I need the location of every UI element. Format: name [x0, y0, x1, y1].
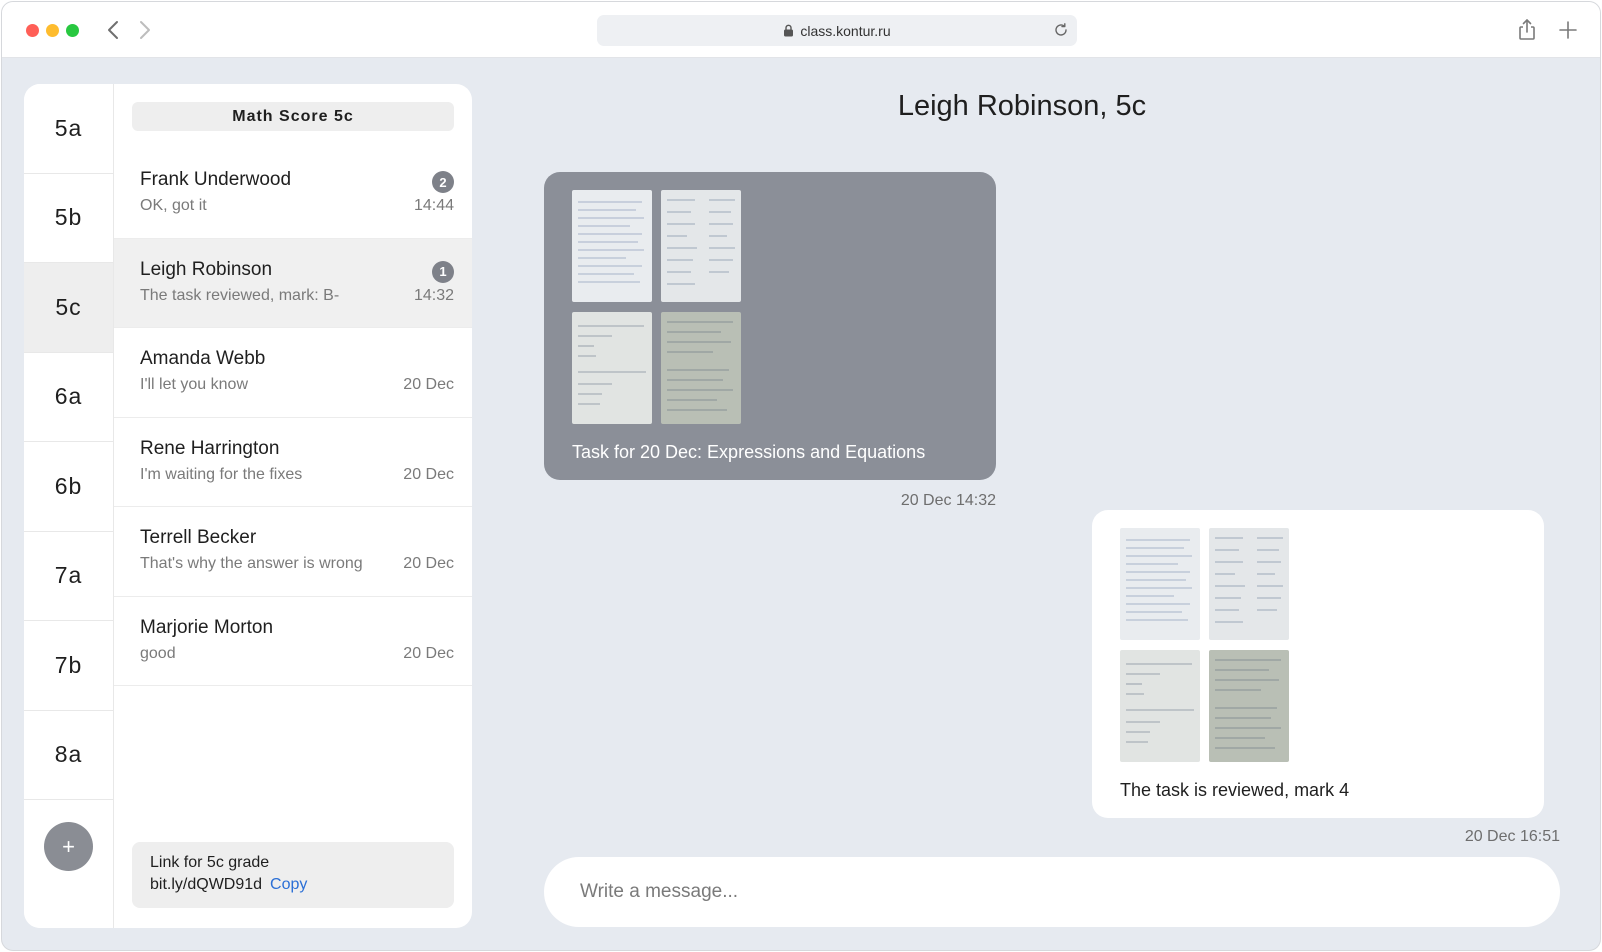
- attachment-thumbnail[interactable]: [1120, 528, 1200, 640]
- chat-preview: OK, got it: [140, 197, 207, 214]
- chat-item-marjorie-morton[interactable]: Marjorie Morton good 20 Dec: [114, 597, 472, 686]
- attachment-grid: [572, 190, 742, 426]
- chat-name: Terrell Becker: [140, 527, 257, 548]
- chat-time: 20 Dec: [403, 465, 454, 483]
- address-bar-url: class.kontur.ru: [800, 22, 891, 39]
- share-icon[interactable]: [1516, 18, 1538, 42]
- chat-time: 20 Dec: [403, 644, 454, 662]
- lock-icon: [784, 24, 794, 37]
- message-text: The task is reviewed, mark 4: [1120, 780, 1350, 800]
- attachment-thumbnail[interactable]: [572, 312, 652, 424]
- outgoing-message-bubble: The task is reviewed, mark 4: [1092, 510, 1544, 818]
- chat-preview: I'll let you know: [140, 376, 248, 393]
- chat-preview: good: [140, 644, 176, 662]
- class-link-url[interactable]: bit.ly/dQWD91d: [150, 876, 262, 893]
- forward-arrow-icon[interactable]: [132, 16, 156, 44]
- chat-time: 14:44: [413, 197, 454, 214]
- chat-item-amanda-webb[interactable]: Amanda Webb I'll let you know 20 Dec: [114, 328, 472, 418]
- chat-name: Amanda Webb: [140, 348, 266, 369]
- class-item-6a[interactable]: 6a: [24, 353, 113, 442]
- chat-time: 14:32: [413, 286, 454, 304]
- new-tab-icon[interactable]: [1557, 19, 1579, 41]
- reload-icon[interactable]: [1053, 22, 1069, 38]
- class-item-5c[interactable]: 5c: [24, 263, 113, 353]
- chat-item-leigh-robinson[interactable]: Leigh Robinson 1 The task reviewed, mark…: [114, 238, 472, 328]
- class-item-7a[interactable]: 7a: [24, 532, 113, 621]
- chat-preview: That's why the answer is wrong: [140, 555, 363, 572]
- chat-item-terrell-becker[interactable]: Terrell Becker That's why the answer is …: [114, 507, 472, 597]
- copy-link-button[interactable]: Copy: [270, 876, 307, 893]
- chat-panel: Math Score 5c Frank Underwood 2 OK, got …: [114, 84, 472, 928]
- chat-list: Frank Underwood 2 OK, got it 14:44 Leigh…: [114, 149, 472, 686]
- chat-name: Frank Underwood: [140, 169, 292, 190]
- incoming-message-bubble: Task for 20 Dec: Expressions and Equatio…: [544, 172, 996, 480]
- add-class-button[interactable]: +: [44, 822, 93, 871]
- unread-badge: 1: [432, 260, 454, 283]
- message-composer: [544, 857, 1560, 927]
- attachment-thumbnail[interactable]: [661, 190, 741, 302]
- class-item-6b[interactable]: 6b: [24, 442, 113, 532]
- attachment-thumbnail[interactable]: [1209, 650, 1289, 762]
- attachment-thumbnail[interactable]: [661, 312, 741, 424]
- zoom-window-button[interactable]: [66, 24, 79, 37]
- browser-window: class.kontur.ru 5a 5b 5c 6a 6b 7a 7b 8a: [1, 1, 1601, 951]
- attachment-thumbnail[interactable]: [572, 190, 652, 302]
- class-list: 5a 5b 5c 6a 6b 7a 7b 8a +: [24, 84, 114, 928]
- chat-time: 20 Dec: [403, 376, 454, 393]
- chat-preview: I'm waiting for the fixes: [140, 465, 303, 483]
- message-input[interactable]: [580, 881, 1480, 903]
- class-link-row: bit.ly/dQWD91d Copy: [150, 876, 436, 894]
- left-panel: 5a 5b 5c 6a 6b 7a 7b 8a + Math Score 5c …: [24, 84, 472, 928]
- message-time: 20 Dec 14:32: [900, 492, 996, 509]
- class-link-box: Link for 5c grade bit.ly/dQWD91d Copy: [132, 842, 454, 908]
- chat-item-rene-harrington[interactable]: Rene Harrington I'm waiting for the fixe…: [114, 418, 472, 507]
- attachment-grid: [1120, 528, 1290, 764]
- class-item-8a[interactable]: 8a: [24, 711, 113, 800]
- chat-preview: The task reviewed, mark: B-: [140, 286, 340, 304]
- chat-time: 20 Dec: [403, 555, 454, 572]
- back-arrow-icon[interactable]: [102, 16, 126, 44]
- class-item-5b[interactable]: 5b: [24, 174, 113, 263]
- close-window-button[interactable]: [26, 24, 39, 37]
- chat-panel-title: Math Score 5c: [132, 102, 454, 131]
- chat-name: Rene Harrington: [140, 437, 280, 459]
- unread-badge: 2: [432, 171, 454, 193]
- message-text: Task for 20 Dec: Expressions and Equatio…: [572, 442, 926, 462]
- conversation-title: Leigh Robinson, 5c: [897, 90, 1147, 122]
- chat-name: Marjorie Morton: [140, 616, 274, 638]
- class-item-5a[interactable]: 5a: [24, 84, 113, 174]
- class-link-label: Link for 5c grade: [150, 854, 270, 871]
- address-bar[interactable]: class.kontur.ru: [597, 15, 1077, 46]
- minimize-window-button[interactable]: [46, 24, 59, 37]
- browser-titlebar: class.kontur.ru: [2, 2, 1600, 58]
- class-item-7b[interactable]: 7b: [24, 621, 113, 711]
- attachment-thumbnail[interactable]: [1209, 528, 1289, 640]
- attachment-thumbnail[interactable]: [1120, 650, 1200, 762]
- chat-name: Leigh Robinson: [140, 258, 273, 280]
- chat-item-frank-underwood[interactable]: Frank Underwood 2 OK, got it 14:44: [114, 149, 472, 239]
- message-time: 20 Dec 16:51: [1464, 828, 1560, 845]
